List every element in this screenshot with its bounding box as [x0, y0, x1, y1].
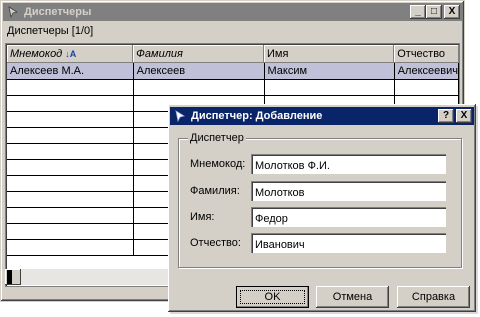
field-row-name: Имя:	[168, 207, 476, 227]
patronymic-field[interactable]	[251, 233, 446, 253]
groupbox-label: Диспетчер	[188, 132, 246, 144]
dialog-close-button[interactable]: X	[456, 109, 472, 123]
close-button[interactable]: X	[444, 5, 460, 19]
name-label: Имя:	[190, 211, 215, 223]
minimize-button[interactable]: _	[410, 5, 426, 19]
help-button[interactable]: Справка	[397, 286, 470, 308]
table-row[interactable]	[7, 79, 459, 96]
window-titlebar[interactable]: Диспетчеры _ □ X	[3, 3, 462, 21]
column-header-surname[interactable]: Фамилия	[133, 45, 265, 63]
cancel-button[interactable]: Отмена	[316, 286, 389, 308]
surname-label: Фамилия:	[190, 185, 240, 197]
add-dispatcher-dialog: Диспетчер: Добавление ? X Диспетчер Мнем…	[168, 104, 476, 312]
mnemocode-field[interactable]	[251, 154, 446, 174]
help-icon[interactable]: ?	[438, 109, 454, 123]
field-row-mnemocode: Мнемокод:	[168, 154, 476, 174]
column-header-patronymic[interactable]: Отчество	[394, 45, 459, 63]
name-field[interactable]	[251, 207, 446, 227]
dialog-titlebar[interactable]: Диспетчер: Добавление ? X	[170, 107, 474, 125]
dialog-title: Диспетчер: Добавление	[191, 110, 323, 122]
mnemocode-label: Мнемокод:	[190, 158, 246, 170]
scroll-left-button[interactable]	[5, 269, 21, 285]
patronymic-label: Отчество:	[190, 237, 241, 249]
grid-caption: Диспетчеры [1/0]	[7, 25, 94, 37]
column-header-name[interactable]: Имя	[264, 45, 395, 63]
table-row[interactable]: Алексеев М.А. Алексеев Максим Алексеевич	[7, 63, 459, 80]
ok-button[interactable]: OK	[236, 286, 309, 308]
scroll-thumb[interactable]	[7, 270, 12, 284]
surname-field[interactable]	[251, 181, 446, 201]
column-header-mnemocode[interactable]: Мнемокод ↓A	[7, 45, 134, 63]
field-row-patronymic: Отчество:	[168, 233, 476, 253]
field-row-surname: Фамилия:	[168, 181, 476, 201]
sort-az-icon: ↓A	[65, 49, 77, 59]
app-icon	[172, 108, 188, 124]
maximize-button[interactable]: □	[426, 5, 442, 19]
app-icon	[5, 4, 21, 20]
window-title: Диспетчеры	[24, 6, 92, 18]
horizontal-scrollbar[interactable]	[5, 269, 175, 285]
